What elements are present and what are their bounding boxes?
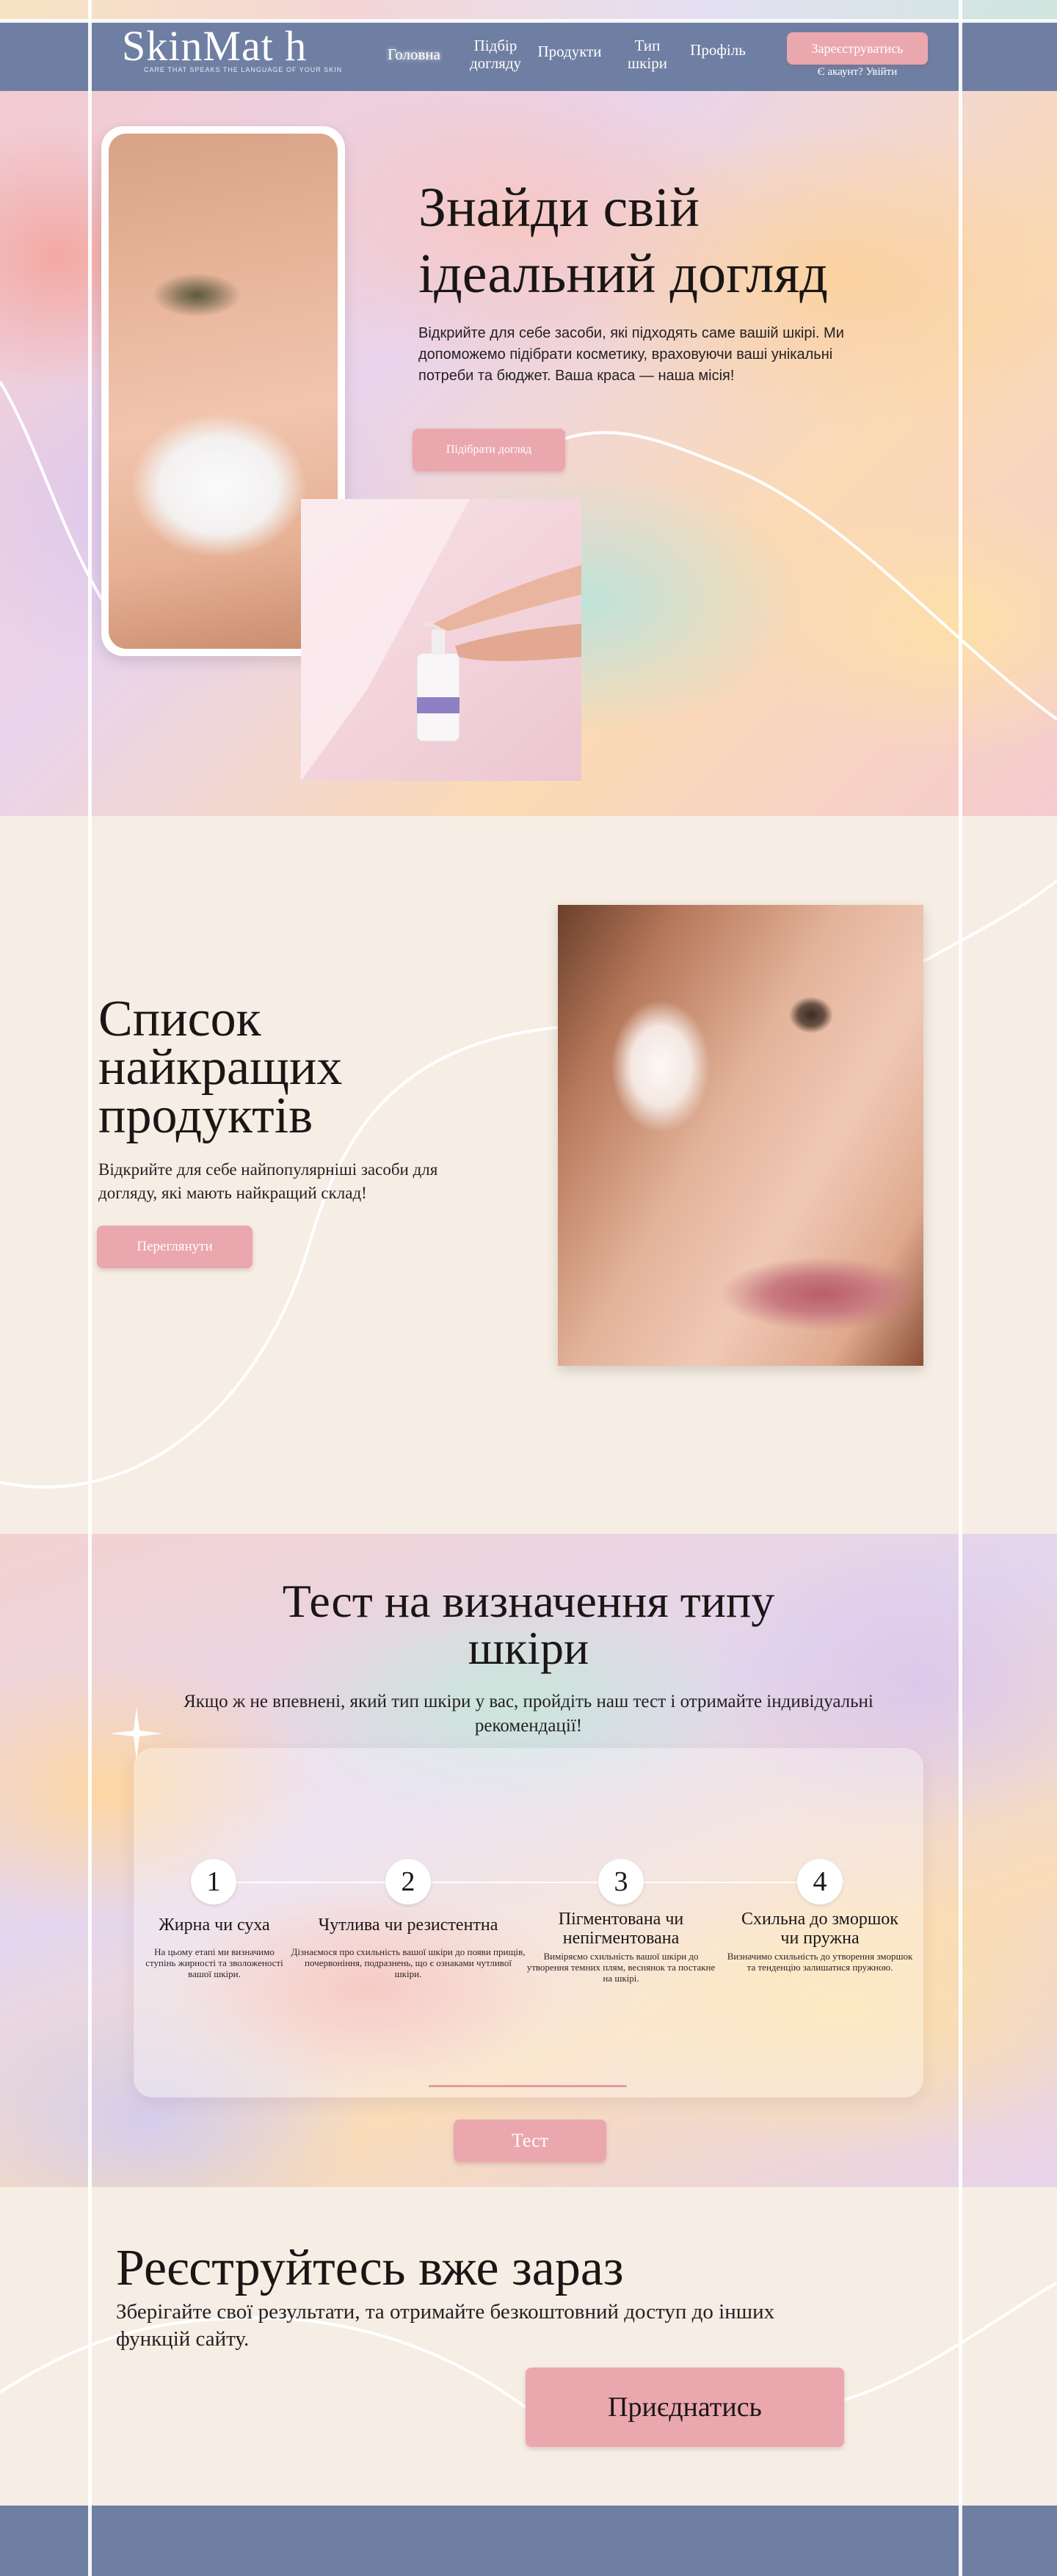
step-4-title: Схильна до зморшок чи пружна <box>741 1910 898 1948</box>
hero-title: Знайди свій ідеальний догляд <box>418 177 828 305</box>
products-subtitle: Відкрийте для себе найпопулярніші засоби… <box>98 1160 438 1202</box>
test-progress-bar <box>429 2085 627 2087</box>
product-bottle-photo <box>301 499 581 781</box>
start-test-button[interactable]: Тест <box>454 2120 606 2162</box>
test-title: Тест на визначення типу шкіри <box>282 1575 775 1674</box>
step-2-number: 2 <box>385 1859 431 1904</box>
hero-subtitle: Відкрийте для себе засоби, які підходять… <box>418 325 844 384</box>
step-3-desc: Виміряємо схильність вашої шкіри до утво… <box>526 1951 716 1984</box>
nav-profile[interactable]: Профіль <box>683 41 753 59</box>
login-link[interactable]: Є акаунт? Увійти <box>794 66 920 79</box>
step-4-number: 4 <box>797 1859 843 1904</box>
step-3-number: 3 <box>598 1859 644 1904</box>
nav-home[interactable]: Головна <box>379 46 449 63</box>
step-2-title: Чутлива чи резистентна <box>318 1915 498 1935</box>
products-title: Список найкращих продуктів <box>98 991 343 1144</box>
footer <box>0 2506 1057 2576</box>
step-1-title: Жирна чи суха <box>159 1915 270 1935</box>
step-2-desc: Дізнаємося про схильність вашої шкіри до… <box>291 1946 526 1979</box>
grid-line <box>0 19 1057 23</box>
view-products-button[interactable]: Переглянути <box>97 1226 253 1268</box>
register-subtitle: Зберігайте свої результати, та отримайте… <box>116 2300 775 2351</box>
tagline: CARE THAT SPEAKS THE LANGUAGE OF YOUR SK… <box>144 66 343 73</box>
step-1-desc: На цьому етапі ми визначимо ступінь жирн… <box>145 1946 283 1979</box>
steps-connector <box>213 1882 844 1883</box>
register-button[interactable]: Зареєструватись <box>787 32 928 65</box>
moon-icon <box>297 32 310 59</box>
nav-care-selection[interactable]: Підбір догляду <box>455 37 536 72</box>
nav-products[interactable]: Продукти <box>531 43 608 60</box>
test-subtitle: Якщо ж не впевнені, який тип шкіри у вас… <box>184 1692 873 1736</box>
step-3-title: Пігментована чи непігментована <box>558 1910 684 1948</box>
find-care-button[interactable]: Підібрати догляд <box>413 429 565 471</box>
step-1-number: 1 <box>191 1859 236 1904</box>
logo[interactable]: SkinMat h <box>122 25 307 68</box>
grid-line <box>88 0 92 2576</box>
nav-skin-type[interactable]: Тип шкіри <box>618 37 677 72</box>
top-strip <box>0 0 1057 21</box>
grid-line <box>959 0 962 2576</box>
products-face-photo <box>558 905 923 1366</box>
register-title: Реєструйтесь вже зараз <box>116 2240 624 2296</box>
join-button[interactable]: Приєднатись <box>526 2368 844 2447</box>
step-4-desc: Визначимо схильність до утворення зморшо… <box>727 1951 913 1973</box>
